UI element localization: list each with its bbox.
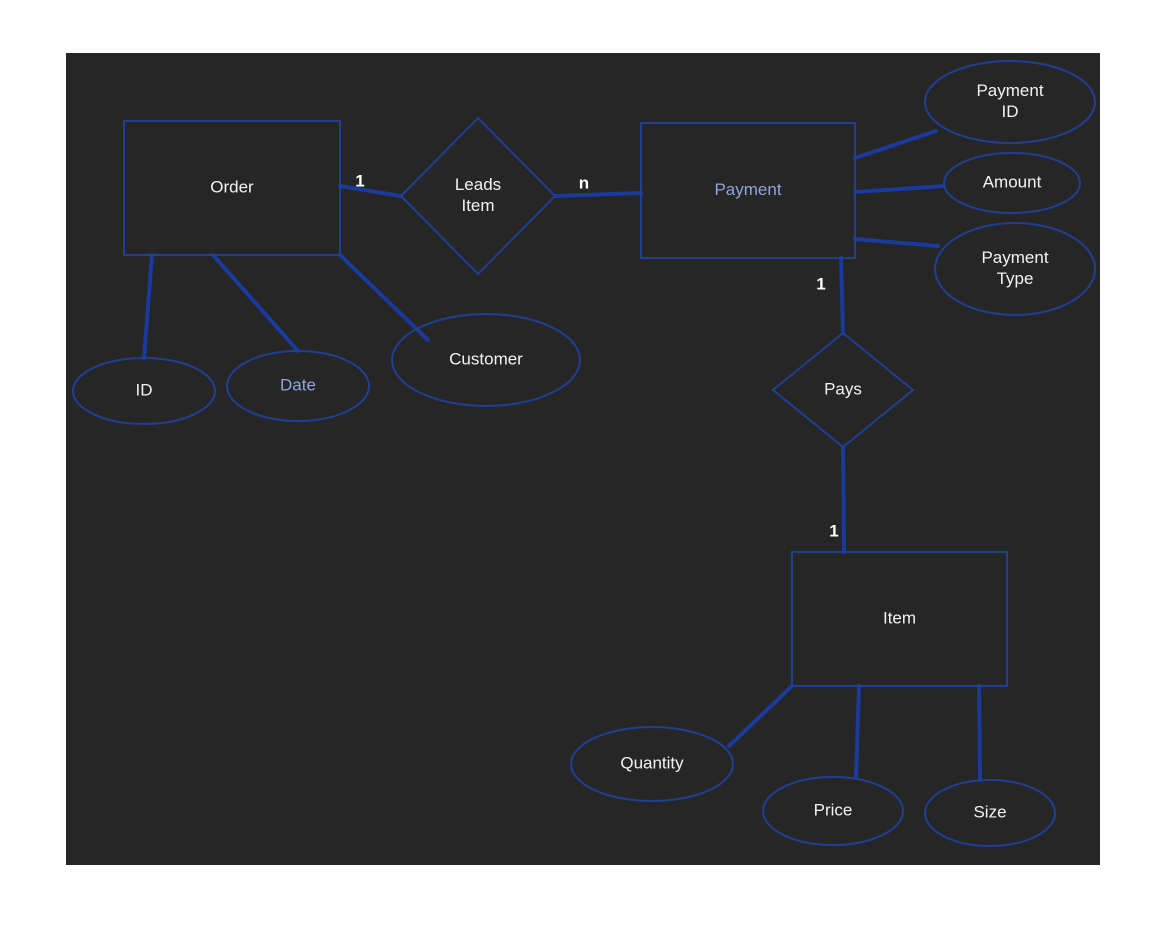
attribute-price[interactable]: Price (762, 776, 904, 846)
cardinality-leads-payment: n (579, 173, 589, 192)
connector-order-to-customer[interactable] (338, 253, 430, 342)
connector-payment-to-amount[interactable] (853, 184, 946, 194)
cardinality-payment-pays: 1 (816, 274, 825, 293)
entity-box-order[interactable] (123, 120, 341, 256)
relationship-label-pays: Pays (824, 379, 862, 398)
attribute-ellipse-payment-type[interactable] (934, 222, 1096, 316)
connector-item-to-quantity[interactable] (727, 684, 794, 748)
connector-leads-to-payment[interactable] (553, 191, 643, 198)
connector-item-to-size[interactable] (977, 684, 982, 782)
connector-order-to-leads[interactable] (338, 184, 403, 198)
relationship-label-leads-item: Leads (455, 175, 501, 194)
relationship-label-leads-item: Item (461, 196, 494, 215)
attribute-label-customer: Customer (449, 349, 523, 368)
connector-payment-to-type[interactable] (853, 237, 940, 248)
entity-box-item[interactable] (791, 551, 1008, 687)
attribute-label-order-id: ID (136, 380, 153, 399)
entity-payment[interactable]: Payment (640, 122, 856, 259)
attribute-label-payment-id: Payment (976, 81, 1043, 100)
shape-layer: Order Payment Item Leads Item Pays ID Date Custo… (72, 60, 1096, 847)
attribute-customer[interactable]: Customer (391, 313, 581, 407)
attribute-ellipse-size[interactable] (924, 779, 1056, 847)
attribute-label-payment-type: Payment (981, 248, 1048, 267)
attribute-label-payment-type: Type (997, 269, 1034, 288)
relationship-diamond-leads-item[interactable] (399, 116, 557, 276)
attribute-ellipse-payment-id[interactable] (924, 60, 1096, 144)
relationship-pays[interactable]: Pays (771, 331, 915, 449)
cardinality-pays-item: 1 (829, 521, 838, 540)
connector-order-to-date[interactable] (211, 253, 300, 353)
relationship-leads-item[interactable]: Leads Item (399, 116, 557, 276)
attribute-size[interactable]: Size (924, 779, 1056, 847)
entity-label-payment: Payment (714, 180, 781, 199)
entity-box-payment[interactable] (640, 122, 856, 259)
attribute-ellipse-order-date[interactable] (226, 350, 370, 422)
connector-pays-to-item[interactable] (841, 445, 846, 554)
diagram-canvas[interactable]: Order Payment Item Leads Item Pays ID Date Custo… (66, 53, 1100, 865)
attribute-label-order-date: Date (280, 375, 316, 394)
entity-label-item: Item (883, 608, 916, 627)
attribute-payment-type[interactable]: Payment Type (934, 222, 1096, 316)
entity-order[interactable]: Order (123, 120, 341, 256)
attribute-label-price: Price (814, 800, 853, 819)
attribute-quantity[interactable]: Quantity (570, 726, 734, 802)
attribute-label-quantity: Quantity (620, 753, 684, 772)
attribute-label-size: Size (973, 802, 1006, 821)
entity-item[interactable]: Item (791, 551, 1008, 687)
attribute-ellipse-amount[interactable] (943, 152, 1081, 214)
page-root: Order Payment Item Leads Item Pays ID Date Custo… (0, 0, 1155, 951)
er-diagram: Order Payment Item Leads Item Pays ID Date Custo… (72, 60, 1096, 847)
attribute-amount[interactable]: Amount (943, 152, 1081, 214)
cardinality-layer: 1 n11 (355, 171, 838, 540)
relationship-diamond-pays[interactable] (771, 331, 915, 449)
attribute-ellipse-quantity[interactable] (570, 726, 734, 802)
attribute-ellipse-order-id[interactable] (72, 357, 216, 425)
connector-payment-to-pays[interactable] (839, 256, 845, 335)
connector-payment-to-paymentid[interactable] (853, 129, 938, 160)
attribute-order-date[interactable]: Date (226, 350, 370, 422)
entity-label-order: Order (210, 177, 254, 196)
attribute-label-payment-id: ID (1002, 102, 1019, 121)
attribute-ellipse-price[interactable] (762, 776, 904, 846)
attribute-order-id[interactable]: ID (72, 357, 216, 425)
attribute-label-amount: Amount (983, 172, 1042, 191)
connector-item-to-price[interactable] (854, 684, 861, 779)
connector-order-to-id[interactable] (142, 253, 154, 360)
attribute-payment-id[interactable]: Payment ID (924, 60, 1096, 144)
attribute-ellipse-customer[interactable] (391, 313, 581, 407)
